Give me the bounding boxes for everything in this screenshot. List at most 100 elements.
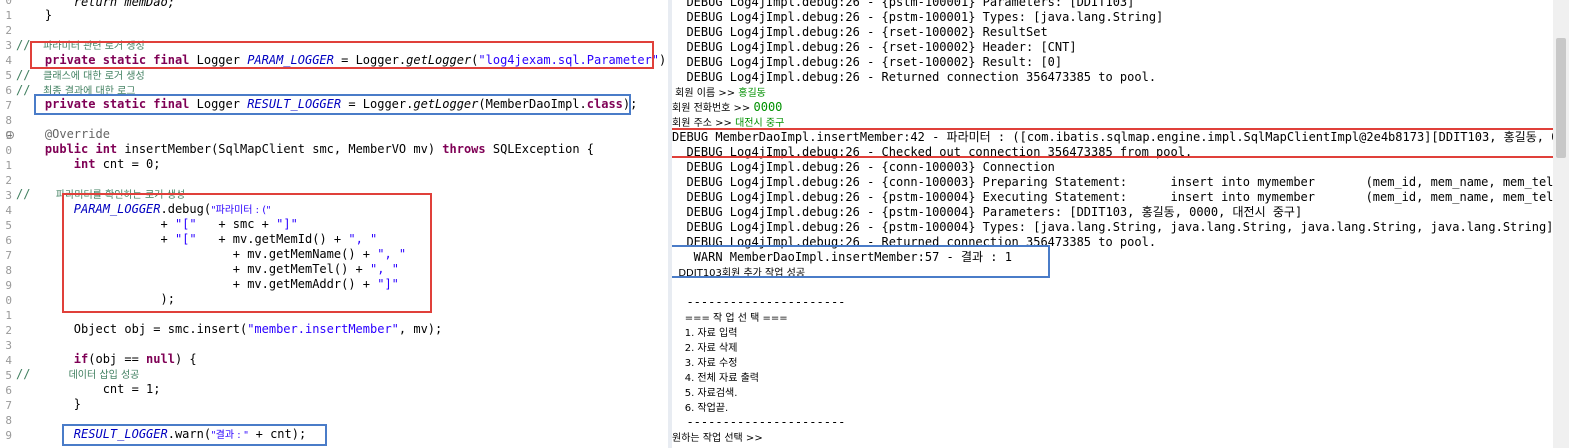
code-token: ) { <box>174 352 197 366</box>
addr-prompt-line: 회원 주소 >> 대전시 중구 <box>672 115 784 131</box>
code-token: if <box>16 352 89 366</box>
console-text: DEBUG Log4jImpl.debug:26 - {pstm-100004}… <box>672 220 1554 234</box>
code-token: "결과 : " <box>211 430 249 441</box>
menu-item: 3. 자료 수정 <box>672 355 738 371</box>
code-line[interactable]: @Override <box>16 127 110 142</box>
code-token: "log4jexam.sql.Parameter" <box>478 53 660 67</box>
warn-line: WARN MemberDaoImpl.insertMember:57 - 결과 … <box>672 250 1012 265</box>
code-token: ", " <box>377 247 407 261</box>
code-token: ", " <box>348 232 378 246</box>
line-number: 9 <box>5 429 12 442</box>
line-number: 5 <box>5 369 12 382</box>
line-number: 0 <box>5 144 12 157</box>
console-text: DEBUG MemberDaoImpl.insertMember:42 - 파라… <box>672 130 1569 144</box>
code-token: } <box>16 397 82 411</box>
code-line[interactable]: private static final Logger PARAM_LOGGER… <box>16 53 674 68</box>
code-token: "member.insertMember" <box>247 322 399 336</box>
code-token: Logger <box>189 53 248 67</box>
code-token: Logger <box>189 97 248 111</box>
code-token: "]" <box>377 277 399 291</box>
code-token: cnt = 0; <box>95 157 161 171</box>
code-token: getLogger <box>406 53 472 67</box>
scrollbar-thumb[interactable] <box>1556 38 1566 158</box>
code-editor[interactable]: 0 1 2 3 4 5 6 7 8 9 0 1 2 3 4 5 6 7 8 9 0 1 2 3 4 5 6 7 8 9− return m… <box>0 0 673 448</box>
code-line[interactable]: // 클래스에 대한 로거 생성 <box>16 68 145 84</box>
console-view[interactable]: DEBUG Log4jImpl.debug:26 - {pstm-100001}… <box>672 0 1569 448</box>
console-text: 5. 자료검색. <box>672 388 738 399</box>
code-line[interactable]: // 파라미터를 확인하는 로거 생성 <box>16 187 185 203</box>
code-token: Object obj = smc.insert( <box>16 322 248 336</box>
code-line[interactable]: private static final Logger RESULT_LOGGE… <box>16 97 637 112</box>
console-log-line: DEBUG Log4jImpl.debug:26 - {pstm-100001}… <box>672 10 1163 25</box>
code-token: "]" <box>276 217 298 231</box>
code-token: 파라미터를 확인하는 로거 생성 <box>30 190 186 201</box>
menu-title: === 작 업 선 택 === <box>672 310 788 326</box>
code-line[interactable]: + "[" + mv.getMemId() + ", " <box>16 232 377 247</box>
console-text: WARN MemberDaoImpl.insertMember:57 - 결과 … <box>672 250 1012 264</box>
code-token: .debug( <box>160 202 212 216</box>
console-log-line: DEBUG Log4jImpl.debug:26 - {conn-100003}… <box>672 160 1054 175</box>
success-line: DDIT103회원 추가 작업 성공 <box>672 265 805 281</box>
line-number: 3 <box>5 189 12 202</box>
code-token: throws <box>442 142 486 156</box>
code-token: + mv.getMemName() + <box>16 247 378 261</box>
line-number: 5 <box>5 219 12 232</box>
code-token: // <box>16 38 31 52</box>
line-number: 8 <box>5 114 12 127</box>
console-text: 홍길동 <box>738 88 766 99</box>
console-text: 3. 자료 수정 <box>672 358 738 369</box>
code-line[interactable]: ); <box>16 292 174 307</box>
code-token: ); <box>622 97 638 111</box>
code-line[interactable]: PARAM_LOGGER.debug("파라미터 : (" <box>16 202 271 218</box>
code-line[interactable]: // 파라미터 관련 로거 생성 <box>16 38 145 54</box>
fold-toggle-icon[interactable]: − <box>6 131 14 140</box>
line-number: 6 <box>5 234 12 247</box>
code-token: int <box>16 157 96 171</box>
code-line[interactable]: + mv.getMemTel() + ", " <box>16 262 399 277</box>
code-token: "[" <box>174 232 197 246</box>
console-log-line: DEBUG Log4jImpl.debug:26 - Returned conn… <box>672 70 1156 85</box>
code-token: (obj == <box>88 352 147 366</box>
code-token: + mv.getMemTel() + <box>16 262 371 276</box>
line-number: 4 <box>5 354 12 367</box>
console-scrollbar[interactable] <box>1553 0 1569 448</box>
console-text: 회원 이름 >> <box>672 88 739 99</box>
line-number: 7 <box>5 99 12 112</box>
separator-line: ---------------------- <box>672 295 845 310</box>
menu-item: 1. 자료 입력 <box>672 325 738 341</box>
code-line[interactable]: + "[" + smc + "]" <box>16 217 298 232</box>
console-log-line: DEBUG Log4jImpl.debug:26 - {pstm-100004}… <box>672 205 1302 220</box>
console-log-line: DEBUG Log4jImpl.debug:26 - {conn-100003}… <box>672 175 1569 190</box>
code-line[interactable]: + mv.getMemAddr() + "]" <box>16 277 399 292</box>
code-line[interactable]: cnt = 1; <box>16 382 161 397</box>
code-token: // <box>16 68 31 82</box>
code-token: "파라미터 : (" <box>211 205 271 216</box>
console-text: 2. 자료 삭제 <box>672 343 738 354</box>
code-line[interactable]: } <box>16 8 52 23</box>
code-line[interactable]: int cnt = 0; <box>16 157 161 172</box>
code-token: + cnt); <box>248 427 307 441</box>
line-number: 4 <box>5 54 12 67</box>
console-text: 0000 <box>753 100 783 114</box>
line-number: 6 <box>5 384 12 397</box>
code-token: + smc + <box>196 217 277 231</box>
code-token: 데이터 삽입 성공 <box>30 370 140 381</box>
code-token: PARAM_LOGGER <box>73 202 161 216</box>
code-line[interactable]: + mv.getMemName() + ", " <box>16 247 406 262</box>
code-line[interactable]: Object obj = smc.insert("member.insertMe… <box>16 322 442 337</box>
code-line[interactable]: // 데이터 삽입 성공 <box>16 367 139 383</box>
code-line[interactable]: } <box>16 397 81 412</box>
console-log-line: DEBUG Log4jImpl.debug:26 - {rset-100002}… <box>672 55 1062 70</box>
console-text: DEBUG Log4jImpl.debug:26 - Returned conn… <box>672 235 1157 249</box>
line-number: 7 <box>5 399 12 412</box>
console-text: DEBUG Log4jImpl.debug:26 - Returned conn… <box>672 70 1157 84</box>
code-token: , mv); <box>398 322 443 336</box>
code-token: RESULT_LOGGER <box>247 97 342 111</box>
console-text: 4. 전체 자료 출력 <box>672 373 759 384</box>
code-line[interactable]: RESULT_LOGGER.warn("결과 : " + cnt); <box>16 427 306 443</box>
console-text: DDIT103회원 추가 작업 성공 <box>672 268 806 279</box>
code-line[interactable]: public int insertMember(SqlMapClient smc… <box>16 142 594 157</box>
code-line[interactable]: if(obj == null) { <box>16 352 197 367</box>
code-token: .warn( <box>167 427 212 441</box>
